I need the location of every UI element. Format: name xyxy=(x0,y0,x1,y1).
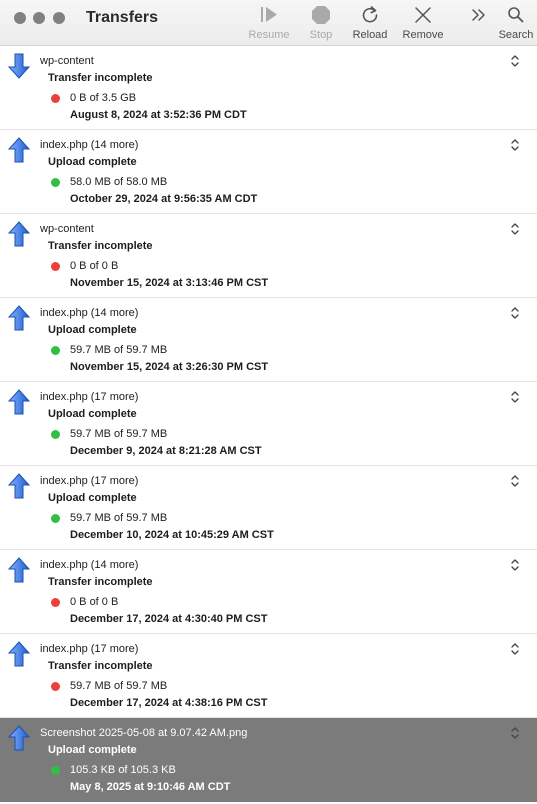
status-dot-icon xyxy=(51,430,60,439)
transfer-size: 0 B of 0 B xyxy=(70,596,119,608)
transfer-date: May 8, 2025 at 9:10:46 AM CDT xyxy=(70,781,231,793)
transfer-date: August 8, 2024 at 3:52:36 PM CDT xyxy=(70,109,247,121)
remove-label: Remove xyxy=(402,29,444,41)
remove-button[interactable]: Remove xyxy=(398,0,448,46)
transfer-size: 59.7 MB of 59.7 MB xyxy=(70,344,168,356)
transfer-row[interactable]: index.php (14 more) Transfer incomplete … xyxy=(0,550,537,634)
upload-arrow-icon xyxy=(7,221,31,247)
play-pause-icon xyxy=(244,4,294,28)
transfer-date: November 15, 2024 at 3:26:30 PM CST xyxy=(70,361,269,373)
upload-arrow-icon xyxy=(7,557,31,583)
chevron-up-down-icon[interactable] xyxy=(510,222,520,236)
status-dot-icon xyxy=(51,598,60,607)
upload-arrow-icon xyxy=(7,473,31,499)
transfer-status: Transfer incomplete xyxy=(48,576,153,588)
transfer-row[interactable]: index.php (17 more) Transfer incomplete … xyxy=(0,634,537,718)
stop-icon xyxy=(300,4,342,28)
transfer-name: index.php (14 more) xyxy=(40,139,139,151)
transfer-name: index.php (17 more) xyxy=(40,643,139,655)
transfer-size: 59.7 MB of 59.7 MB xyxy=(70,512,168,524)
transfer-size: 0 B of 0 B xyxy=(70,260,119,272)
toolbar-overflow-button[interactable] xyxy=(465,0,493,46)
resume-label: Resume xyxy=(248,29,290,41)
transfer-size: 105.3 KB of 105.3 KB xyxy=(70,764,176,776)
chevron-up-down-icon[interactable] xyxy=(510,642,520,656)
upload-arrow-icon xyxy=(7,725,31,751)
transfer-date: December 10, 2024 at 10:45:29 AM CST xyxy=(70,529,274,541)
transfer-row[interactable]: Screenshot 2025-05-08 at 9.07.42 AM.png … xyxy=(0,718,537,802)
transfer-name: Screenshot 2025-05-08 at 9.07.42 AM.png xyxy=(40,727,248,739)
status-dot-icon xyxy=(51,346,60,355)
transfer-row[interactable]: index.php (14 more) Upload complete 59.7… xyxy=(0,298,537,382)
chevron-up-down-icon[interactable] xyxy=(510,306,520,320)
chevron-up-down-icon[interactable] xyxy=(510,474,520,488)
window-title: Transfers xyxy=(86,9,159,26)
reload-label: Reload xyxy=(352,29,388,41)
status-dot-icon xyxy=(51,178,60,187)
transfer-date: December 17, 2024 at 4:30:40 PM CST xyxy=(70,613,268,625)
download-arrow-icon xyxy=(7,53,31,79)
transfer-date: December 17, 2024 at 4:38:16 PM CST xyxy=(70,697,268,709)
reload-button[interactable]: Reload xyxy=(348,0,392,46)
status-dot-icon xyxy=(51,766,60,775)
stop-label: Stop xyxy=(309,29,333,41)
transfer-size: 58.0 MB of 58.0 MB xyxy=(70,176,168,188)
transfer-list: wp-content Transfer incomplete 0 B of 3.… xyxy=(0,46,537,802)
transfer-size: 59.7 MB of 59.7 MB xyxy=(70,680,168,692)
upload-arrow-icon xyxy=(7,137,31,163)
stop-button[interactable]: Stop xyxy=(300,0,342,46)
transfer-name: wp-content xyxy=(40,223,94,235)
chevron-up-down-icon[interactable] xyxy=(510,726,520,740)
transfer-row[interactable]: index.php (17 more) Upload complete 59.7… xyxy=(0,382,537,466)
transfer-name: wp-content xyxy=(40,55,94,67)
transfer-date: November 15, 2024 at 3:13:46 PM CST xyxy=(70,277,269,289)
status-dot-icon xyxy=(51,682,60,691)
status-dot-icon xyxy=(51,514,60,523)
transfer-name: index.php (14 more) xyxy=(40,559,139,571)
transfer-status: Upload complete xyxy=(48,744,137,756)
transfer-status: Upload complete xyxy=(48,492,137,504)
transfer-name: index.php (14 more) xyxy=(40,307,139,319)
chevron-up-down-icon[interactable] xyxy=(510,558,520,572)
upload-arrow-icon xyxy=(7,389,31,415)
transfer-row[interactable]: index.php (17 more) Upload complete 59.7… xyxy=(0,466,537,550)
chevron-up-down-icon[interactable] xyxy=(510,390,520,404)
transfers-window: Transfers Resume Stop Reload Remove Sear… xyxy=(0,0,537,804)
transfer-date: October 29, 2024 at 9:56:35 AM CDT xyxy=(70,193,258,205)
status-dot-icon xyxy=(51,262,60,271)
transfer-status: Transfer incomplete xyxy=(48,240,153,252)
transfer-row[interactable]: wp-content Transfer incomplete 0 B of 3.… xyxy=(0,46,537,130)
transfer-status: Upload complete xyxy=(48,408,137,420)
transfer-name: index.php (17 more) xyxy=(40,475,139,487)
transfer-size: 59.7 MB of 59.7 MB xyxy=(70,428,168,440)
upload-arrow-icon xyxy=(7,641,31,667)
status-dot-icon xyxy=(51,94,60,103)
transfer-row[interactable]: wp-content Transfer incomplete 0 B of 0 … xyxy=(0,214,537,298)
transfer-status: Upload complete xyxy=(48,156,137,168)
zoom-window-button[interactable] xyxy=(53,12,65,24)
search-button[interactable]: Search xyxy=(496,0,536,46)
minimize-window-button[interactable] xyxy=(33,12,45,24)
chevron-up-down-icon[interactable] xyxy=(510,54,520,68)
transfer-row[interactable]: index.php (14 more) Upload complete 58.0… xyxy=(0,130,537,214)
reload-icon xyxy=(348,4,392,28)
transfer-size: 0 B of 3.5 GB xyxy=(70,92,137,104)
close-window-button[interactable] xyxy=(14,12,26,24)
chevron-up-down-icon[interactable] xyxy=(510,138,520,152)
search-label: Search xyxy=(498,29,534,41)
transfer-status: Transfer incomplete xyxy=(48,72,153,84)
transfer-date: December 9, 2024 at 8:21:28 AM CST xyxy=(70,445,262,457)
close-x-icon xyxy=(398,4,448,28)
upload-arrow-icon xyxy=(7,305,31,331)
transfer-status: Transfer incomplete xyxy=(48,660,153,672)
toolbar: Transfers Resume Stop Reload Remove Sear… xyxy=(0,0,537,46)
chevron-double-right-icon xyxy=(465,4,493,28)
transfer-status: Upload complete xyxy=(48,324,137,336)
search-icon xyxy=(496,4,536,28)
transfer-name: index.php (17 more) xyxy=(40,391,139,403)
resume-button[interactable]: Resume xyxy=(244,0,294,46)
